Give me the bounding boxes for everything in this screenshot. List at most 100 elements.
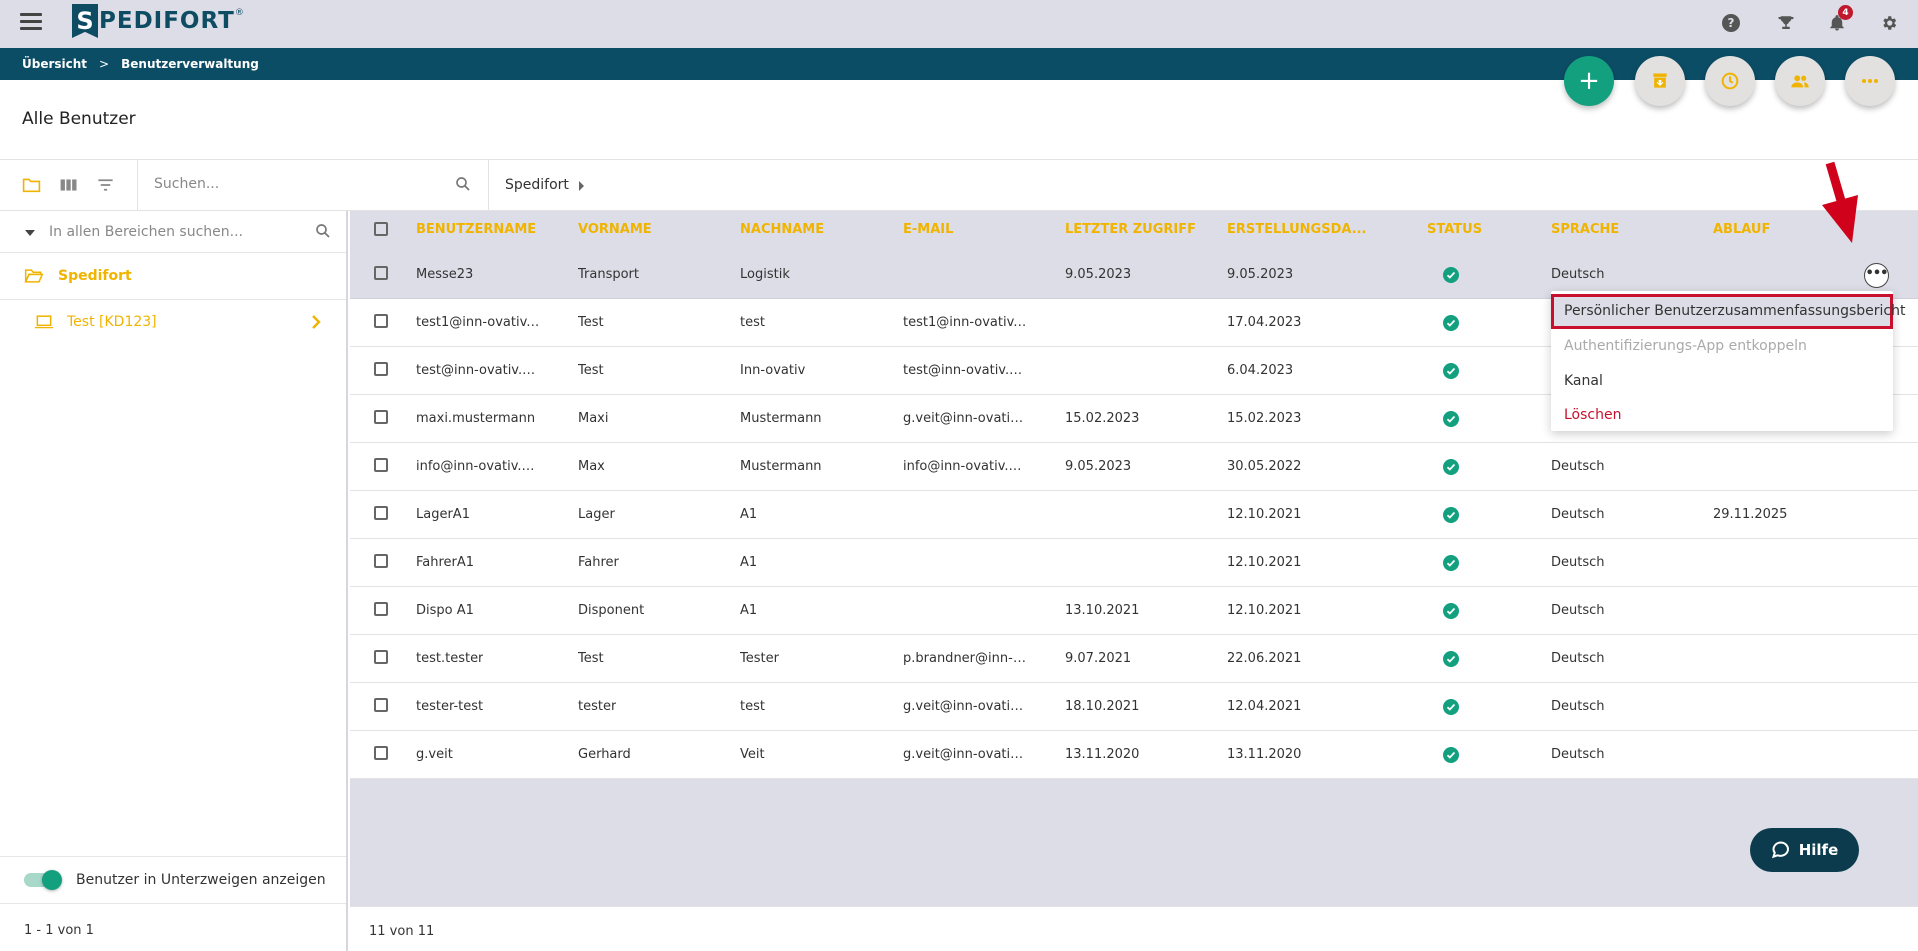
breadcrumb: Übersicht > Benutzerverwaltung [0,48,1918,80]
menu-item-channel[interactable]: Kanal [1551,364,1893,399]
menu-item-unlink-auth-app: Authentifizierungs-App entkoppeln [1564,338,1807,354]
logo-mark: S [72,4,98,38]
filter-icon[interactable] [96,176,115,194]
row-more-button[interactable]: ••• [1864,263,1889,288]
row-checkbox[interactable] [374,362,388,376]
cell-username: tester-test [416,699,484,714]
path-breadcrumb[interactable]: Spedifort [505,177,569,193]
more-icon [1862,79,1878,83]
trophy-icon[interactable] [1775,12,1797,34]
logo-text: PEDIFORT [99,8,235,34]
cell-email: g.veit@inn-ovativ.c... [903,411,1028,426]
search-icon[interactable] [454,175,472,193]
table-row[interactable]: tester-test tester test g.veit@inn-ovativ.c… [350,683,1918,731]
table-footer: 11 von 11 [350,906,1918,951]
cell-last-access: 9.05.2023 [1065,267,1132,282]
col-language[interactable]: SPRACHE [1551,222,1619,237]
top-bar: S PEDIFORT ® ? 4 [0,0,1918,48]
row-checkbox[interactable] [374,746,388,760]
search-input[interactable]: Suchen... [154,176,474,192]
check-icon [1443,411,1459,427]
more-actions-button[interactable] [1845,56,1895,106]
row-checkbox[interactable] [374,314,388,328]
table-row[interactable]: g.veit Gerhard Veit g.veit@inn-ovativ.c... 1… [350,731,1918,779]
toggle-label: Benutzer in Unterzweigen anzeigen [76,872,326,888]
logo[interactable]: S PEDIFORT ® [72,4,244,38]
table-row[interactable]: FahrerA1 Fahrer A1 12.10.2021 Deutsch [350,539,1918,587]
menu-item-user-summary-report[interactable]: Persönlicher Benutzerzusammenfassungsber… [1551,294,1905,329]
row-checkbox[interactable] [374,506,388,520]
col-created[interactable]: ERSTELLUNGSDA... [1227,222,1366,237]
row-checkbox[interactable] [374,458,388,472]
folder-open-icon [24,269,44,283]
notification-badge: 4 [1838,5,1853,20]
subbranch-toggle[interactable] [24,870,62,890]
col-expiry[interactable]: ABLAUF [1713,222,1770,237]
breadcrumb-overview[interactable]: Übersicht [22,57,87,71]
cell-email: test@inn-ovativ.com [903,363,1028,378]
menu-icon[interactable] [20,13,42,33]
toolbar: Suchen... Spedifort [0,159,1918,212]
row-checkbox[interactable] [374,266,388,280]
check-icon [1443,267,1459,283]
row-checkbox[interactable] [374,602,388,616]
chevron-right-icon[interactable] [310,313,322,331]
user-groups-button[interactable] [1775,56,1825,106]
cell-username: Dispo A1 [416,603,474,618]
col-username[interactable]: BENUTZERNAME [416,222,536,237]
col-lastname[interactable]: NACHNAME [740,222,824,237]
col-status[interactable]: STATUS [1427,222,1482,237]
add-user-button[interactable]: + [1564,56,1614,106]
row-checkbox[interactable] [374,554,388,568]
col-email[interactable]: E-MAIL [903,222,953,237]
page-title: Alle Benutzer [22,109,136,129]
table-row[interactable]: LagerA1 Lager A1 12.10.2021 Deutsch 29.11.202… [350,491,1918,539]
row-checkbox[interactable] [374,650,388,664]
tree-search-input[interactable]: In allen Bereichen suchen... [49,224,243,240]
menu-item-delete[interactable]: Löschen [1551,398,1893,433]
caret-down-icon[interactable] [25,230,35,236]
question-icon[interactable]: ? [1720,12,1742,34]
col-firstname[interactable]: VORNAME [578,222,652,237]
tree-item-spedifort[interactable]: Spedifort [0,253,346,300]
gear-icon[interactable] [1878,12,1900,34]
cell-lastname: A1 [740,603,758,618]
cell-last-access: 9.07.2021 [1065,651,1132,666]
tree-footer: 1 - 1 von 1 [0,903,346,951]
col-last-access[interactable]: LETZTER ZUGRIFF [1065,222,1196,237]
check-icon [1443,555,1459,571]
cell-language: Deutsch [1551,747,1605,762]
archive-button[interactable] [1635,56,1685,106]
cell-lastname: Mustermann [740,411,822,426]
check-icon [1443,603,1459,619]
breadcrumb-user-management[interactable]: Benutzerverwaltung [121,57,259,71]
cell-firstname: Transport [578,267,640,282]
cell-created: 17.04.2023 [1227,315,1302,330]
cell-language: Deutsch [1551,555,1605,570]
folder-icon[interactable] [22,176,41,194]
search-icon[interactable] [314,222,332,240]
check-icon [1443,699,1459,715]
cell-lastname: Mustermann [740,459,822,474]
check-icon [1443,747,1459,763]
help-button[interactable]: Hilfe [1750,828,1859,872]
cell-created: 12.10.2021 [1227,507,1302,522]
columns-icon[interactable] [59,176,78,194]
history-button[interactable] [1705,56,1755,106]
tree-item-test[interactable]: Test [KD123] [0,300,346,344]
table-row[interactable]: test.tester Test Tester p.brandner@inn-ov..… [350,635,1918,683]
table-row[interactable]: info@inn-ovativ.com Max Mustermann info@inn… [350,443,1918,491]
cell-created: 6.04.2023 [1227,363,1294,378]
row-checkbox[interactable] [374,698,388,712]
cell-email: info@inn-ovativ.com [903,459,1028,474]
caret-right-icon[interactable] [579,181,584,191]
table-row[interactable]: Dispo A1 Disponent A1 13.10.2021 12.10.2021 D… [350,587,1918,635]
cell-firstname: Disponent [578,603,645,618]
row-checkbox[interactable] [374,410,388,424]
bell-icon[interactable]: 4 [1826,5,1853,34]
cell-created: 15.02.2023 [1227,411,1302,426]
cell-firstname: Max [578,459,605,474]
cell-firstname: Fahrer [578,555,619,570]
select-all-checkbox[interactable] [374,222,388,236]
plus-icon: + [1578,66,1600,96]
